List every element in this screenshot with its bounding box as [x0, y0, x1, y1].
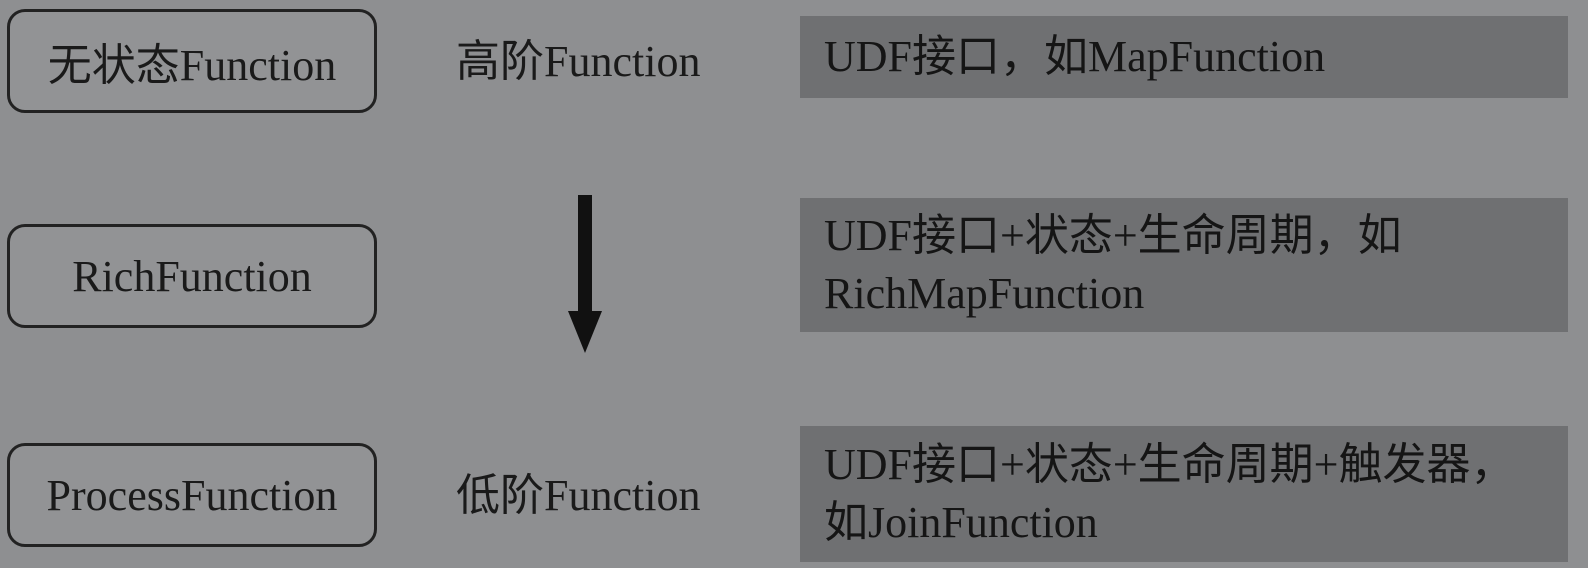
high-order-label: 高阶Function [456, 37, 701, 86]
stateless-function-label: 无状态Function [47, 41, 337, 90]
stateless-function-box: 无状态Function [7, 9, 377, 113]
rich-function-box: RichFunction [7, 224, 377, 328]
stateless-function-description: UDF接口，如MapFunction [800, 16, 1568, 98]
description-line: RichMapFunction [824, 269, 1145, 318]
process-function-description: UDF接口+状态+生命周期+触发器， 如JoinFunction [800, 426, 1568, 562]
description-line: UDF接口+状态+生命周期，如 [824, 211, 1402, 260]
rich-function-label: RichFunction [72, 251, 312, 301]
process-function-label: ProcessFunction [46, 470, 338, 520]
description-line: UDF接口+状态+生命周期+触发器， [824, 440, 1515, 489]
description-line: 如JoinFunction [824, 498, 1098, 547]
down-arrow-icon [568, 195, 602, 353]
description-line: UDF接口，如MapFunction [824, 32, 1326, 81]
rich-function-description: UDF接口+状态+生命周期，如 RichMapFunction [800, 198, 1568, 332]
low-order-label: 低阶Function [456, 471, 701, 520]
process-function-box: ProcessFunction [7, 443, 377, 547]
